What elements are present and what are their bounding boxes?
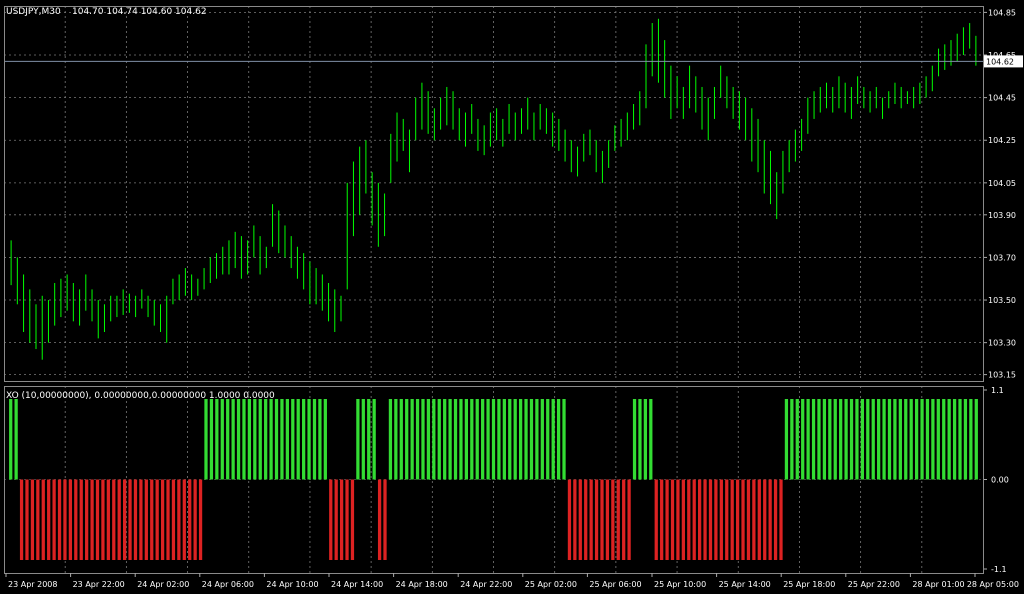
y-tick-label: 103.30	[988, 339, 1016, 348]
x-tick-label: 25 Apr 10:00	[654, 580, 706, 589]
x-tick-label: 23 Apr 22:00	[73, 580, 125, 589]
y-tick-label: 104.45	[988, 94, 1016, 103]
x-tick-label: 28 Apr 05:00	[967, 580, 1019, 589]
y-tick-label: 1.1	[991, 386, 1004, 395]
oscillator-title: XO (10,00000000), 0.00000000,0.00000000 …	[6, 391, 275, 401]
y-tick-label: 0.00	[991, 476, 1009, 485]
x-axis: 23 Apr 2008 23 Apr 22:00 24 Apr 02:00 24 Ap…	[5, 573, 1019, 589]
price-chart-title: USDJPY,M30	[6, 7, 61, 17]
price-ohlc-readout: 104.70 104.74 104.60 104.62	[72, 7, 207, 17]
price-panel: 104.85104.65104.45104.25104.05103.90103.…	[4, 6, 1023, 381]
x-tick-label: 25 Apr 22:00	[848, 580, 900, 589]
y-tick-label: -1.1	[991, 565, 1007, 574]
oscillator-panel: 1.1 0.00 -1.1	[4, 386, 1009, 574]
x-tick-label: 25 Apr 18:00	[783, 580, 835, 589]
x-tick-label: 25 Apr 14:00	[719, 580, 771, 589]
chart-canvas: 104.85104.65104.45104.25104.05103.90103.…	[4, 6, 1023, 589]
x-tick-label: 28 Apr 01:00	[912, 580, 964, 589]
x-tick-label: 23 Apr 2008	[8, 580, 57, 589]
y-tick-label: 103.15	[988, 371, 1016, 380]
x-tick-label: 24 Apr 02:00	[137, 580, 189, 589]
y-tick-label: 103.50	[988, 296, 1016, 305]
x-tick-label: 24 Apr 14:00	[331, 580, 383, 589]
x-tick-label: 24 Apr 22:00	[460, 580, 512, 589]
y-tick-label: 104.85	[988, 8, 1016, 17]
x-tick-label: 24 Apr 18:00	[396, 580, 448, 589]
x-tick-label: 24 Apr 06:00	[202, 580, 254, 589]
x-tick-label: 25 Apr 02:00	[525, 580, 577, 589]
x-tick-label: 25 Apr 06:00	[589, 580, 641, 589]
y-tick-label: 104.25	[988, 136, 1016, 145]
price-panel-border	[4, 6, 984, 382]
x-tick-label: 24 Apr 10:00	[266, 580, 318, 589]
current-price-label: 104.62	[986, 57, 1014, 66]
y-tick-label: 103.70	[988, 253, 1016, 262]
y-tick-label: 104.05	[988, 179, 1016, 188]
y-tick-label: 103.90	[988, 211, 1016, 220]
